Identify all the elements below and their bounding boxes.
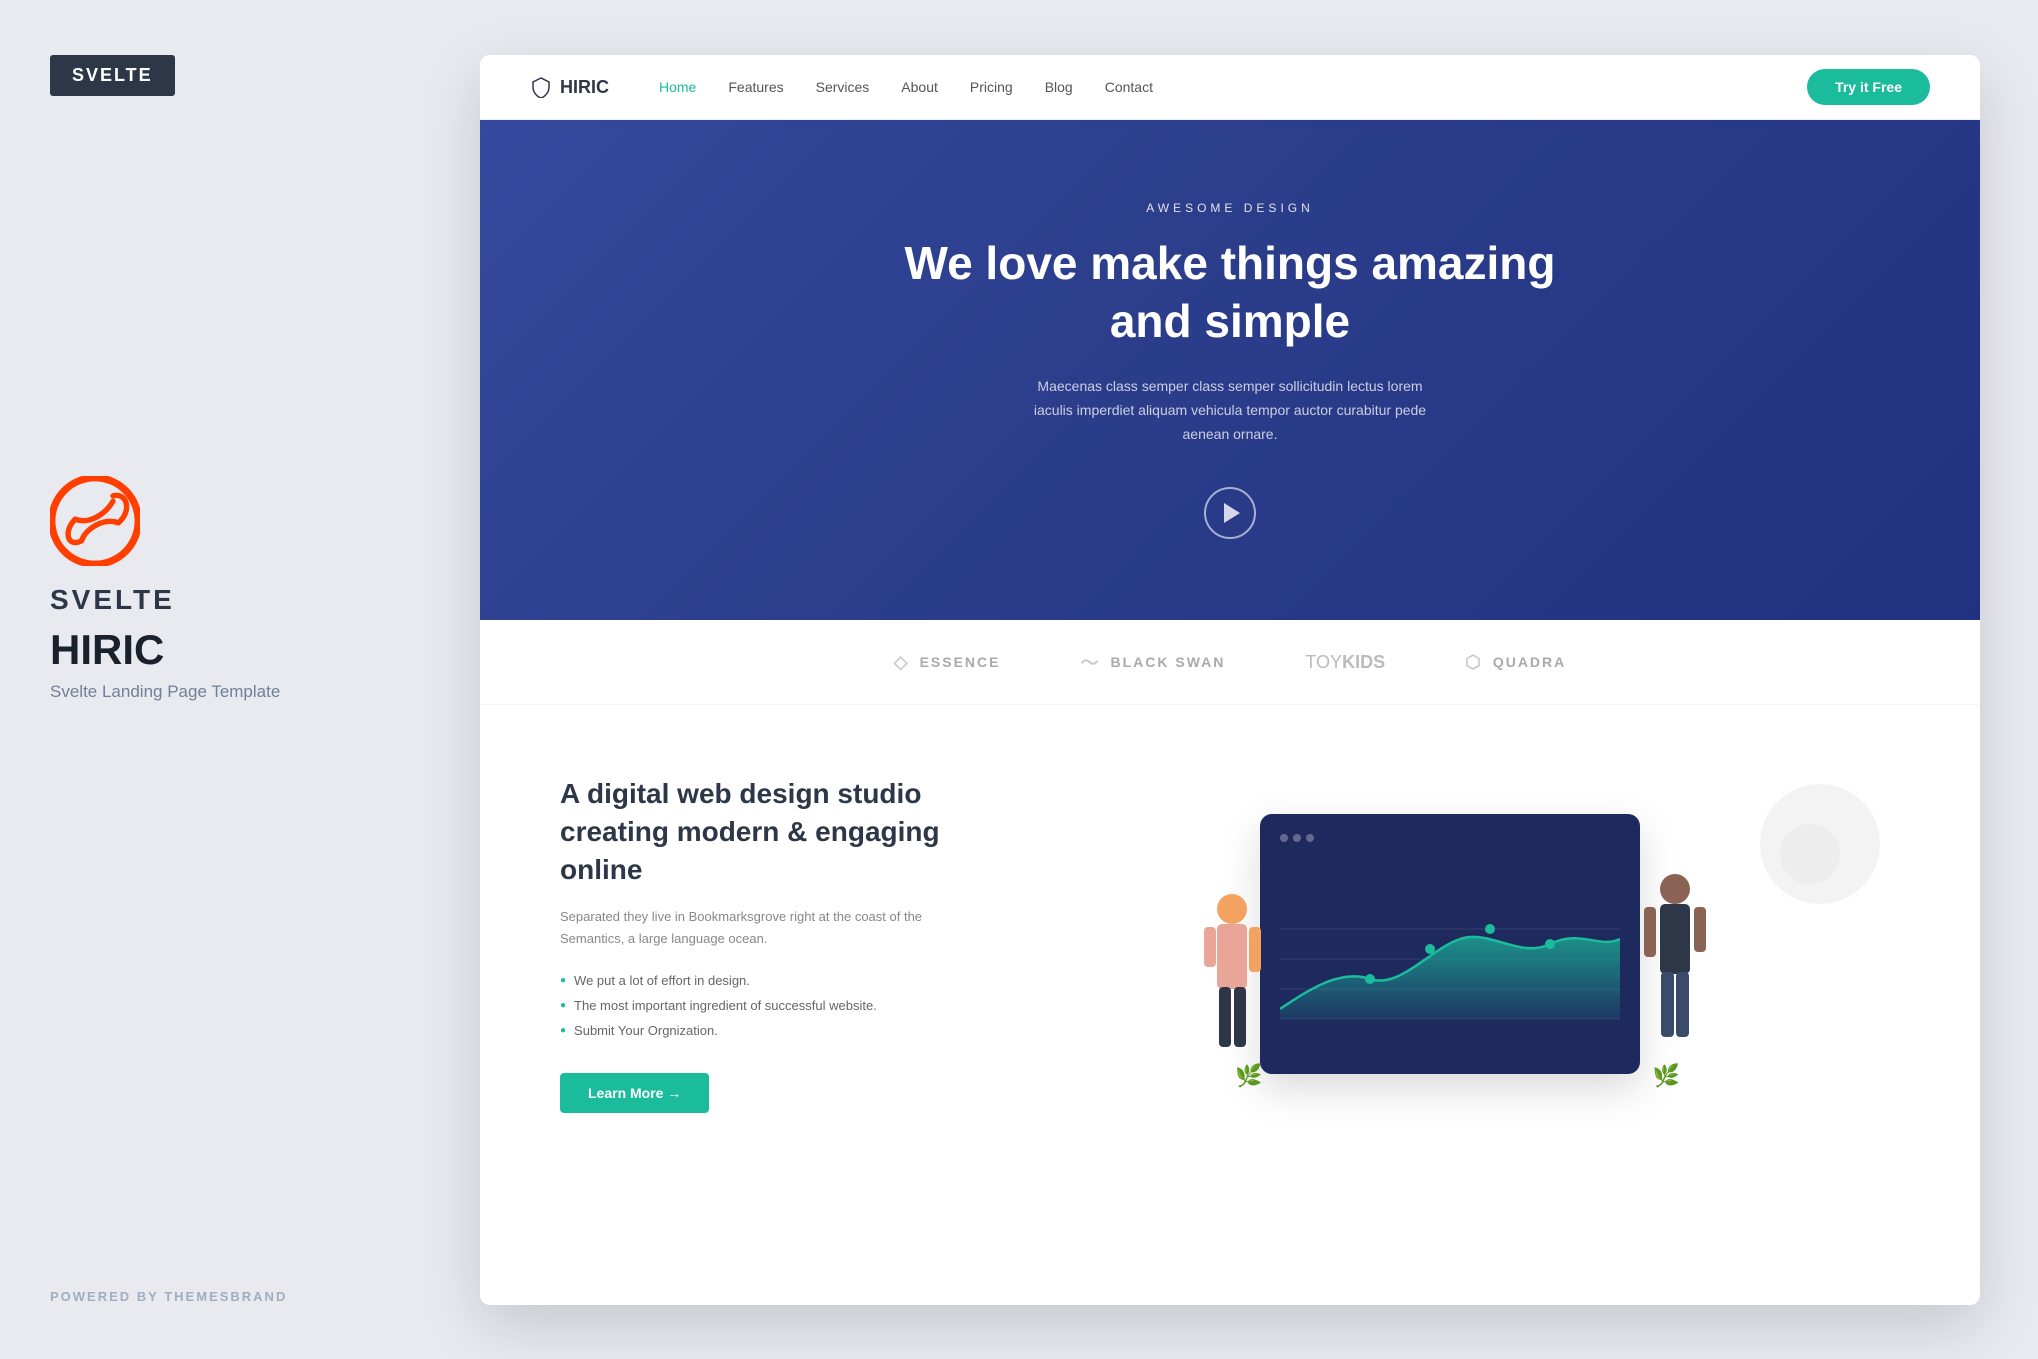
dot-3 xyxy=(1306,834,1314,842)
svelte-logo-icon xyxy=(50,476,140,566)
dashboard-illustration: 🌿 🌿 xyxy=(1000,814,1900,1074)
template-description: Svelte Landing Page Template xyxy=(50,682,280,702)
dot-2 xyxy=(1293,834,1301,842)
dashboard-screen xyxy=(1260,814,1640,1074)
client-blackswan: 〜 BLACK SWAN xyxy=(1081,649,1226,675)
person-left xyxy=(1190,889,1275,1079)
nav-pricing[interactable]: Pricing xyxy=(970,79,1013,95)
features-text: A digital web design studio creating mod… xyxy=(560,775,940,1113)
learn-more-label: Learn More → xyxy=(588,1085,681,1101)
browser-mockup: HIRIC Home Features Services About Prici… xyxy=(480,55,1980,1305)
screen-container: 🌿 🌿 xyxy=(1260,814,1640,1074)
window-controls xyxy=(1280,834,1620,842)
sidebar: SVELTE SVELTE HIRIC Svelte Landing Page … xyxy=(0,0,460,1359)
features-list: We put a lot of effort in design. The mo… xyxy=(560,973,940,1038)
features-desc: Separated they live in Bookmarksgrove ri… xyxy=(560,906,940,950)
quadra-name: QUADRA xyxy=(1493,654,1566,670)
chart-area-fill xyxy=(1280,937,1620,1019)
shield-icon xyxy=(530,76,552,98)
nav-features[interactable]: Features xyxy=(728,79,783,95)
list-item: Submit Your Orgnization. xyxy=(560,1023,940,1038)
svelte-name: SVELTE xyxy=(50,584,175,616)
chart-svg xyxy=(1280,854,1620,1074)
nav-blog[interactable]: Blog xyxy=(1045,79,1073,95)
learn-more-button[interactable]: Learn More → xyxy=(560,1073,709,1113)
navbar: HIRIC Home Features Services About Prici… xyxy=(480,55,1980,120)
quadra-icon: ⬡ xyxy=(1465,652,1483,673)
hero-description: Maecenas class semper class semper solli… xyxy=(1020,375,1440,446)
powered-by: POWERED BY THEMESBRAND xyxy=(50,1289,287,1304)
list-item: We put a lot of effort in design. xyxy=(560,973,940,988)
features-title: A digital web design studio creating mod… xyxy=(560,775,940,888)
clients-bar: ◇ ESSENCE 〜 BLACK SWAN toykids ⬡ QUADRA xyxy=(480,620,1980,705)
features-section: A digital web design studio creating mod… xyxy=(480,705,1980,1183)
client-quadra: ⬡ QUADRA xyxy=(1465,652,1566,673)
hero-title: We love make things amazing and simple xyxy=(880,235,1580,350)
svelte-logo-area: SVELTE HIRIC Svelte Landing Page Templat… xyxy=(50,476,410,782)
deco-circle-2 xyxy=(1780,824,1840,884)
toykids-name: toykids xyxy=(1305,652,1385,673)
chart-point-1 xyxy=(1365,974,1375,984)
nav-about[interactable]: About xyxy=(901,79,938,95)
essence-icon: ◇ xyxy=(894,652,910,673)
play-button[interactable] xyxy=(1204,487,1256,539)
nav-services[interactable]: Services xyxy=(816,79,870,95)
svelte-badge: SVELTE xyxy=(50,55,175,96)
client-toykids: toykids xyxy=(1305,652,1385,673)
hiric-name: HIRIC xyxy=(50,626,164,674)
hero-section: AWESOME DESIGN We love make things amazi… xyxy=(480,120,1980,620)
try-free-button[interactable]: Try it Free xyxy=(1807,69,1930,105)
plant-left: 🌿 xyxy=(1235,1063,1262,1089)
person-right xyxy=(1630,869,1720,1079)
nav-links: Home Features Services About Pricing Blo… xyxy=(659,79,1807,95)
list-item: The most important ingredient of success… xyxy=(560,998,940,1013)
nav-logo: HIRIC xyxy=(530,76,609,98)
chart-point-4 xyxy=(1545,939,1555,949)
dot-1 xyxy=(1280,834,1288,842)
chart-point-2 xyxy=(1425,944,1435,954)
nav-contact[interactable]: Contact xyxy=(1105,79,1153,95)
brand-name: HIRIC xyxy=(560,77,609,98)
essence-name: ESSENCE xyxy=(920,654,1001,670)
nav-home[interactable]: Home xyxy=(659,79,696,95)
blackswan-name: BLACK SWAN xyxy=(1111,654,1226,670)
blackswan-icon: 〜 xyxy=(1081,649,1101,675)
hero-subtitle: AWESOME DESIGN xyxy=(1146,201,1314,215)
chart-point-3 xyxy=(1485,924,1495,934)
client-essence: ◇ ESSENCE xyxy=(894,652,1001,673)
plant-right: 🌿 xyxy=(1653,1063,1680,1089)
